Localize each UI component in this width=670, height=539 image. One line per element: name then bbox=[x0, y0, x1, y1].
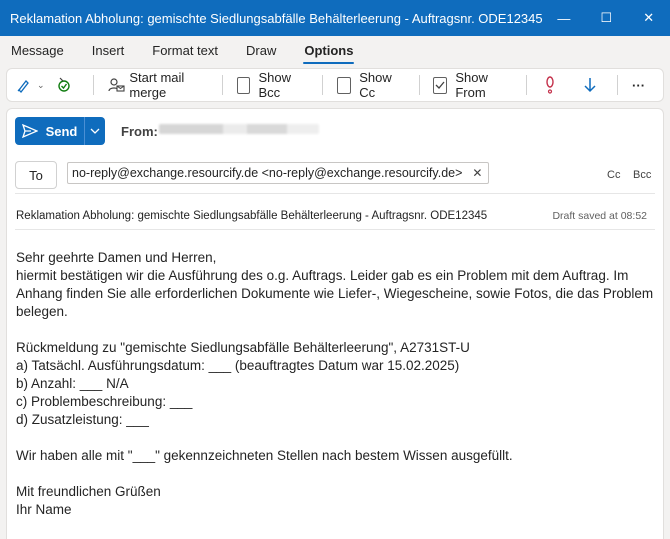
high-importance-button[interactable] bbox=[541, 76, 563, 94]
feedback-title: Rückmeldung zu "gemischte Siedlungsabfäl… bbox=[16, 340, 470, 355]
recipient-address: no-reply@exchange.resourcify.de <no-repl… bbox=[72, 166, 463, 180]
show-from-toggle[interactable]: Show From bbox=[433, 70, 508, 100]
from-address-redacted[interactable] bbox=[159, 124, 319, 134]
note-line: Wir haben alle mit "___" gekennzeichnete… bbox=[16, 448, 513, 463]
list-item: d) Zusatzleistung: ___ bbox=[16, 412, 149, 427]
chevron-down-icon: ⌄ bbox=[37, 79, 45, 90]
bcc-button[interactable]: Bcc bbox=[633, 169, 651, 181]
tab-draw[interactable]: Draw bbox=[245, 37, 277, 64]
close-button[interactable]: ✕ bbox=[628, 0, 670, 36]
toolbar-divider bbox=[526, 75, 528, 95]
subject-divider bbox=[15, 229, 655, 230]
send-button[interactable]: Send bbox=[15, 117, 85, 145]
tab-message[interactable]: Message bbox=[10, 37, 65, 64]
body-line: Anhang finden Sie alle erforderlichen Do… bbox=[16, 286, 654, 301]
window-title: Reklamation Abholung: gemischte Siedlung… bbox=[10, 10, 543, 26]
list-item: c) Problembeschreibung: ___ bbox=[16, 394, 193, 409]
maximize-button[interactable]: ☐ bbox=[585, 0, 627, 36]
list-item: b) Anzahl: ___ N/A bbox=[16, 376, 129, 391]
checkmark-icon bbox=[435, 81, 445, 89]
subject-field[interactable]: Reklamation Abholung: gemischte Siedlung… bbox=[16, 210, 487, 222]
low-importance-button[interactable] bbox=[581, 76, 603, 94]
list-item: a) Tatsächl. Ausführungsdatum: ___ (beau… bbox=[16, 358, 460, 373]
remove-recipient-icon[interactable]: ✕ bbox=[472, 166, 482, 180]
tab-format-text[interactable]: Format text bbox=[151, 37, 219, 64]
permission-button[interactable] bbox=[55, 76, 77, 94]
minimize-button[interactable]: — bbox=[543, 0, 585, 36]
start-mail-merge-label: Start mail merge bbox=[129, 70, 185, 100]
send-button-group[interactable]: Send bbox=[15, 117, 105, 145]
show-cc-label: Show Cc bbox=[359, 70, 392, 100]
show-cc-toggle[interactable]: Show Cc bbox=[337, 70, 400, 100]
toolbar-divider bbox=[617, 75, 619, 95]
send-label: Send bbox=[45, 123, 78, 139]
permission-icon bbox=[55, 76, 73, 94]
from-label: From: bbox=[121, 124, 158, 139]
show-from-checkbox[interactable] bbox=[433, 76, 448, 94]
theme-button[interactable]: ⌄ bbox=[15, 76, 45, 94]
show-bcc-toggle[interactable]: Show Bcc bbox=[236, 70, 305, 100]
ribbon-tabs: Message Insert Format text Draw Options bbox=[0, 36, 670, 64]
show-from-label: Show From bbox=[455, 70, 488, 100]
show-bcc-label: Show Bcc bbox=[258, 70, 291, 100]
toolbar-divider bbox=[322, 75, 324, 95]
arrow-down-icon bbox=[581, 76, 599, 94]
greeting: Sehr geehrte Damen und Herren, bbox=[16, 250, 217, 265]
chevron-down-icon bbox=[90, 128, 100, 134]
more-options-button[interactable]: ··· bbox=[632, 78, 645, 93]
body-line: belegen. bbox=[16, 304, 68, 319]
signature: Ihr Name bbox=[16, 502, 72, 517]
toolbar-divider bbox=[92, 75, 94, 95]
body-line: hiermit bestätigen wir die Ausführung de… bbox=[16, 268, 629, 283]
to-button[interactable]: To bbox=[15, 161, 57, 189]
closing: Mit freundlichen Grüßen bbox=[16, 484, 161, 499]
mail-merge-icon bbox=[107, 76, 125, 94]
to-divider bbox=[15, 193, 655, 194]
send-options-button[interactable] bbox=[85, 117, 105, 145]
tab-insert[interactable]: Insert bbox=[91, 37, 126, 64]
toolbar-divider bbox=[221, 75, 223, 95]
recipient-chip[interactable]: no-reply@exchange.resourcify.de <no-repl… bbox=[67, 162, 490, 184]
tab-options[interactable]: Options bbox=[303, 37, 355, 64]
options-toolbar: ⌄ Start mail merge Show Bcc Show Cc Show… bbox=[6, 68, 664, 102]
title-bar: Reklamation Abholung: gemischte Siedlung… bbox=[0, 0, 670, 36]
compose-pane: Send From: To no-reply@exchange.resourci… bbox=[6, 108, 664, 539]
cc-button[interactable]: Cc bbox=[607, 169, 620, 181]
draft-status: Draft saved at 08:52 bbox=[552, 210, 647, 222]
exclamation-icon bbox=[541, 76, 559, 94]
show-cc-checkbox[interactable] bbox=[337, 76, 352, 94]
send-icon bbox=[21, 124, 38, 138]
start-mail-merge-button[interactable]: Start mail merge bbox=[107, 70, 203, 100]
toolbar-divider bbox=[418, 75, 420, 95]
show-bcc-checkbox[interactable] bbox=[236, 76, 251, 94]
message-body[interactable]: Sehr geehrte Damen und Herren, hiermit b… bbox=[16, 249, 656, 519]
pen-theme-icon bbox=[15, 76, 33, 94]
